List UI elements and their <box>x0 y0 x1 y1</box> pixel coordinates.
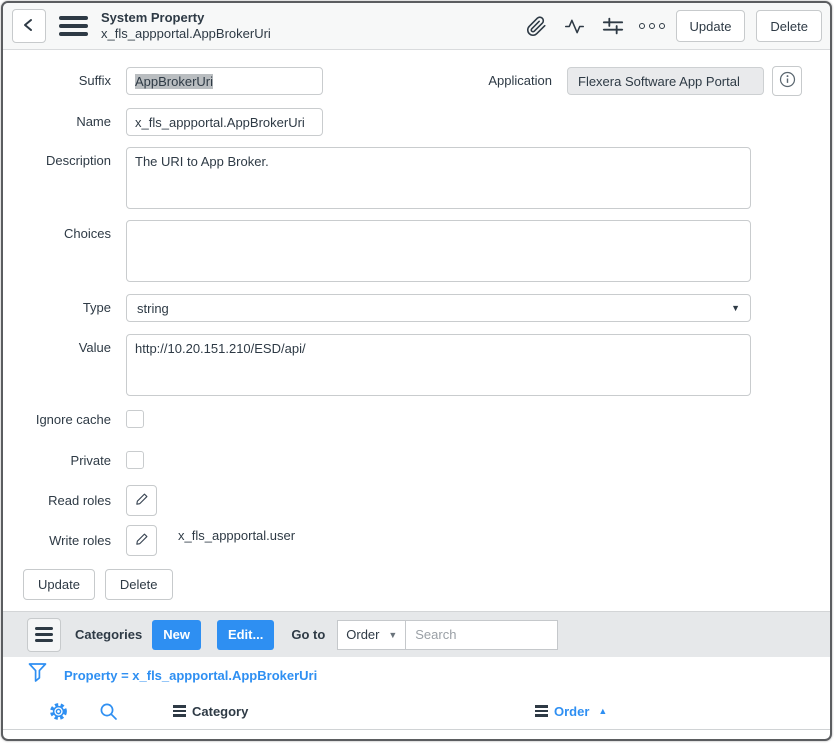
update-button-header[interactable]: Update <box>676 10 746 42</box>
info-icon <box>779 71 796 91</box>
private-label: Private <box>3 451 126 468</box>
related-list-title: Categories <box>75 627 142 642</box>
type-select[interactable]: string ▼ <box>126 294 751 322</box>
list-search-input[interactable] <box>406 620 558 650</box>
delete-button-header[interactable]: Delete <box>756 10 822 42</box>
context-menu-icon[interactable] <box>59 16 88 36</box>
write-roles-edit-button[interactable] <box>126 525 157 556</box>
column-menu-icon[interactable] <box>173 705 186 717</box>
suffix-label: Suffix <box>3 67 126 88</box>
suffix-value: AppBrokerUri <box>135 74 213 89</box>
column-header-order[interactable]: Order ▲ <box>535 693 607 729</box>
personalize-form-icon[interactable] <box>601 14 625 38</box>
form-header: System Property x_fls_appportal.AppBroke… <box>3 3 830 50</box>
application-group: Application Flexera Software App Portal <box>457 67 802 96</box>
name-input[interactable] <box>126 108 323 136</box>
pencil-icon <box>135 532 149 549</box>
ignore-cache-checkbox[interactable] <box>126 410 144 428</box>
new-button[interactable]: New <box>152 620 201 650</box>
read-roles-edit-button[interactable] <box>126 485 157 516</box>
list-personalize-gear-icon[interactable] <box>48 701 69 722</box>
goto-selected-value: Order <box>346 627 379 642</box>
update-button[interactable]: Update <box>23 569 95 600</box>
application-label: Application <box>457 67 567 88</box>
pencil-icon <box>135 492 149 509</box>
list-search-icon[interactable] <box>99 702 118 721</box>
application-info-button[interactable] <box>772 66 802 96</box>
suffix-input[interactable]: AppBrokerUri <box>126 67 323 95</box>
filter-breadcrumb[interactable]: Property = x_fls_appportal.AppBrokerUri <box>64 668 317 683</box>
form-footer-buttons: Update Delete <box>23 569 830 600</box>
delete-button[interactable]: Delete <box>105 569 173 600</box>
goto-field-select[interactable]: Order ▼ <box>337 620 406 650</box>
type-selected-value: string <box>137 301 169 316</box>
record-title-block: System Property x_fls_appportal.AppBroke… <box>101 10 271 41</box>
categories-toolbar: Categories New Edit... Go to Order ▼ <box>3 611 830 657</box>
list-column-header-row: Category Order ▲ <box>3 693 830 730</box>
application-field: Flexera Software App Portal <box>567 67 764 95</box>
private-checkbox[interactable] <box>126 451 144 469</box>
write-roles-label: Write roles <box>3 525 126 548</box>
goto-label: Go to <box>291 627 325 642</box>
description-textarea[interactable]: The URI to App Broker. <box>126 147 751 209</box>
hamburger-icon <box>35 627 53 642</box>
value-label: Value <box>3 334 126 355</box>
list-context-menu-button[interactable] <box>27 618 61 652</box>
filter-funnel-icon[interactable] <box>28 662 47 689</box>
activity-icon[interactable] <box>563 14 587 38</box>
value-textarea[interactable]: http://10.20.151.210/ESD/api/ <box>126 334 751 396</box>
choices-textarea[interactable] <box>126 220 751 282</box>
list-filter-row: Property = x_fls_appportal.AppBrokerUri <box>3 657 830 693</box>
name-label: Name <box>3 108 126 129</box>
ignore-cache-label: Ignore cache <box>3 410 126 427</box>
column-label-order: Order <box>554 704 589 719</box>
type-label: Type <box>3 294 126 315</box>
back-button[interactable] <box>12 9 46 43</box>
attachment-icon[interactable] <box>525 14 549 38</box>
choices-label: Choices <box>3 220 126 241</box>
read-roles-label: Read roles <box>3 485 126 508</box>
header-actions: Update Delete <box>511 10 823 42</box>
sort-ascending-icon: ▲ <box>598 706 607 716</box>
system-property-form: Suffix AppBrokerUri Application Flexera … <box>3 50 830 600</box>
select-arrow-icon: ▼ <box>388 630 397 640</box>
edit-button[interactable]: Edit... <box>217 620 274 650</box>
record-subtitle: x_fls_appportal.AppBrokerUri <box>101 26 271 42</box>
system-property-window: System Property x_fls_appportal.AppBroke… <box>1 1 832 741</box>
column-header-category[interactable]: Category <box>173 704 248 719</box>
write-roles-value: x_fls_appportal.user <box>178 525 295 543</box>
column-menu-icon[interactable] <box>535 705 548 717</box>
description-label: Description <box>3 147 126 168</box>
page-title: System Property <box>101 10 271 26</box>
column-label-category: Category <box>192 704 248 719</box>
chevron-left-icon <box>21 17 37 36</box>
more-options-icon[interactable] <box>639 23 665 29</box>
select-arrow-icon: ▼ <box>731 303 740 313</box>
